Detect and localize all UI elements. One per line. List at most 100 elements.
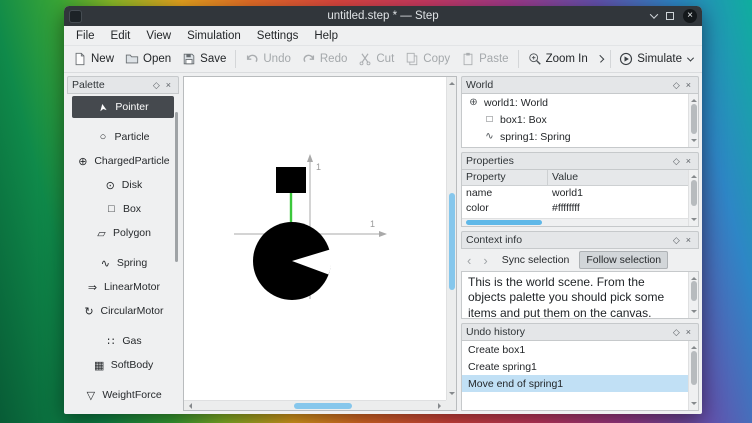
scroll-left-arrow-icon[interactable]	[186, 403, 192, 409]
new-button[interactable]: New	[68, 49, 119, 69]
canvas-horizontal-scrollbar[interactable]	[184, 400, 446, 410]
canvas-vertical-scrollbar[interactable]	[446, 77, 456, 400]
forward-button[interactable]: ›	[479, 253, 491, 268]
copy-button[interactable]: Copy	[400, 49, 455, 69]
save-button[interactable]: Save	[177, 49, 231, 69]
scroll-down-arrow-icon[interactable]	[449, 392, 455, 398]
properties-panel-header[interactable]: Properties ◇ ×	[461, 152, 699, 170]
scene-canvas[interactable]: 1 1	[183, 76, 457, 411]
context-scroll-thumb[interactable]	[691, 281, 697, 301]
paste-button[interactable]: Paste	[456, 49, 513, 69]
menu-view[interactable]: View	[138, 28, 179, 44]
follow-selection-toggle[interactable]: Follow selection	[579, 251, 668, 269]
palette-scrollbar[interactable]	[175, 112, 178, 262]
toolbar-overflow-chevron-icon[interactable]	[596, 55, 603, 62]
context-close-icon[interactable]: ×	[683, 236, 694, 245]
palette-item-particle[interactable]: ○ Particle	[72, 126, 174, 148]
scroll-up-arrow-icon[interactable]	[691, 172, 697, 178]
undo-panel-header[interactable]: Undo history ◇ ×	[461, 323, 699, 341]
scroll-down-arrow-icon[interactable]	[691, 402, 697, 408]
palette-item-spring[interactable]: ∿ Spring	[72, 252, 174, 274]
redo-button[interactable]: Redo	[297, 49, 353, 69]
open-button[interactable]: Open	[120, 49, 176, 69]
undo-scroll-thumb[interactable]	[691, 351, 697, 385]
world-scroll-thumb[interactable]	[691, 104, 697, 134]
scroll-up-arrow-icon[interactable]	[691, 96, 697, 102]
palette-item-box[interactable]: □ Box	[72, 198, 174, 220]
context-vertical-scrollbar[interactable]	[688, 272, 698, 318]
column-value[interactable]: Value	[548, 170, 698, 185]
box1-shape[interactable]	[276, 167, 306, 193]
properties-horizontal-scrollbar[interactable]	[462, 218, 688, 226]
properties-hscroll-thumb[interactable]	[466, 220, 542, 225]
world-vertical-scrollbar[interactable]	[688, 94, 698, 147]
palette-panel-header[interactable]: Palette ◇ ×	[67, 76, 179, 94]
scroll-up-arrow-icon[interactable]	[691, 274, 697, 280]
simulate-dropdown-chevron-icon[interactable]	[687, 54, 694, 61]
world-panel-header[interactable]: World ◇ ×	[461, 76, 699, 94]
scroll-right-arrow-icon[interactable]	[438, 403, 444, 409]
menu-edit[interactable]: Edit	[103, 28, 139, 44]
undo-panel-title: Undo history	[466, 326, 670, 338]
scroll-down-arrow-icon[interactable]	[691, 218, 697, 224]
properties-float-icon[interactable]: ◇	[670, 157, 683, 166]
properties-vertical-scrollbar[interactable]	[688, 170, 698, 226]
undo-history-item[interactable]: Create spring1	[462, 358, 688, 375]
table-row[interactable]: name world1	[462, 186, 698, 201]
undo-float-icon[interactable]: ◇	[670, 328, 683, 337]
world-close-icon[interactable]: ×	[683, 81, 694, 90]
titlebar-menu-chevron-icon[interactable]	[650, 10, 658, 18]
undo-button[interactable]: Undo	[240, 49, 296, 69]
context-float-icon[interactable]: ◇	[670, 236, 683, 245]
menu-file[interactable]: File	[68, 28, 103, 44]
menu-help[interactable]: Help	[306, 28, 346, 44]
charged-particle-icon: ⊕	[76, 155, 89, 168]
palette-item-softbody[interactable]: ▦ SoftBody	[72, 354, 174, 376]
maximize-icon[interactable]	[666, 12, 674, 20]
undo-close-icon[interactable]: ×	[683, 328, 694, 337]
palette-item-polygon[interactable]: ▱ Polygon	[72, 222, 174, 244]
back-button[interactable]: ‹	[463, 253, 475, 268]
world-float-icon[interactable]: ◇	[670, 81, 683, 90]
scroll-down-arrow-icon[interactable]	[691, 139, 697, 145]
close-icon[interactable]: ×	[683, 9, 697, 23]
properties-close-icon[interactable]: ×	[683, 157, 694, 166]
table-row[interactable]: color #ffffffff	[462, 201, 698, 216]
menu-simulation[interactable]: Simulation	[179, 28, 249, 44]
palette-item-linearmotor[interactable]: ⇒ LinearMotor	[72, 276, 174, 298]
undo-history-item[interactable]: Create box1	[462, 341, 688, 358]
simulate-button[interactable]: Simulate	[614, 49, 698, 69]
zoom-in-button[interactable]: Zoom In	[523, 49, 593, 69]
palette-item-circularmotor[interactable]: ↻ CircularMotor	[72, 300, 174, 322]
canvas-vertical-scroll-thumb[interactable]	[449, 193, 455, 290]
cut-button[interactable]: Cut	[353, 49, 399, 69]
palette-item-disk[interactable]: ⊙ Disk	[72, 174, 174, 196]
palette-item-pointer[interactable]: ➤ Pointer	[72, 96, 174, 118]
palette-item-weightforce[interactable]: ▽ WeightForce	[72, 384, 174, 406]
palette-item-chargedparticle[interactable]: ⊕ ChargedParticle	[72, 150, 174, 172]
palette-close-icon[interactable]: ×	[163, 81, 174, 90]
sync-selection-button[interactable]: Sync selection	[496, 252, 576, 268]
undo-vertical-scrollbar[interactable]	[688, 341, 698, 410]
scroll-down-arrow-icon[interactable]	[691, 310, 697, 316]
palette-list: ➤ Pointer ○ Particle ⊕ ChargedParticle ⊙…	[67, 94, 179, 411]
palette-item-gas[interactable]: ∷ Gas	[72, 330, 174, 352]
context-panel-header[interactable]: Context info ◇ ×	[461, 231, 699, 249]
scroll-up-arrow-icon[interactable]	[449, 79, 455, 85]
canvas-horizontal-scroll-thumb[interactable]	[294, 403, 352, 409]
menu-settings[interactable]: Settings	[249, 28, 307, 44]
titlebar[interactable]: untitled.step * — Step ×	[64, 6, 702, 26]
y-axis-label: 1	[316, 162, 321, 172]
properties-scroll-thumb[interactable]	[691, 180, 697, 206]
tree-item-box1[interactable]: □ box1: Box	[462, 111, 698, 128]
undo-history-item-selected[interactable]: Move end of spring1	[462, 375, 688, 392]
pointer-icon: ➤	[97, 100, 110, 115]
palette-float-icon[interactable]: ◇	[150, 81, 163, 90]
world-panel-title: World	[466, 79, 670, 91]
scene-drawing: 1 1	[184, 77, 446, 400]
scroll-up-arrow-icon[interactable]	[691, 343, 697, 349]
tree-item-world1[interactable]: ⊕ world1: World	[462, 94, 698, 111]
column-property[interactable]: Property	[462, 170, 548, 185]
scrollbar-corner	[446, 400, 456, 410]
tree-item-spring1[interactable]: ∿ spring1: Spring	[462, 128, 698, 145]
